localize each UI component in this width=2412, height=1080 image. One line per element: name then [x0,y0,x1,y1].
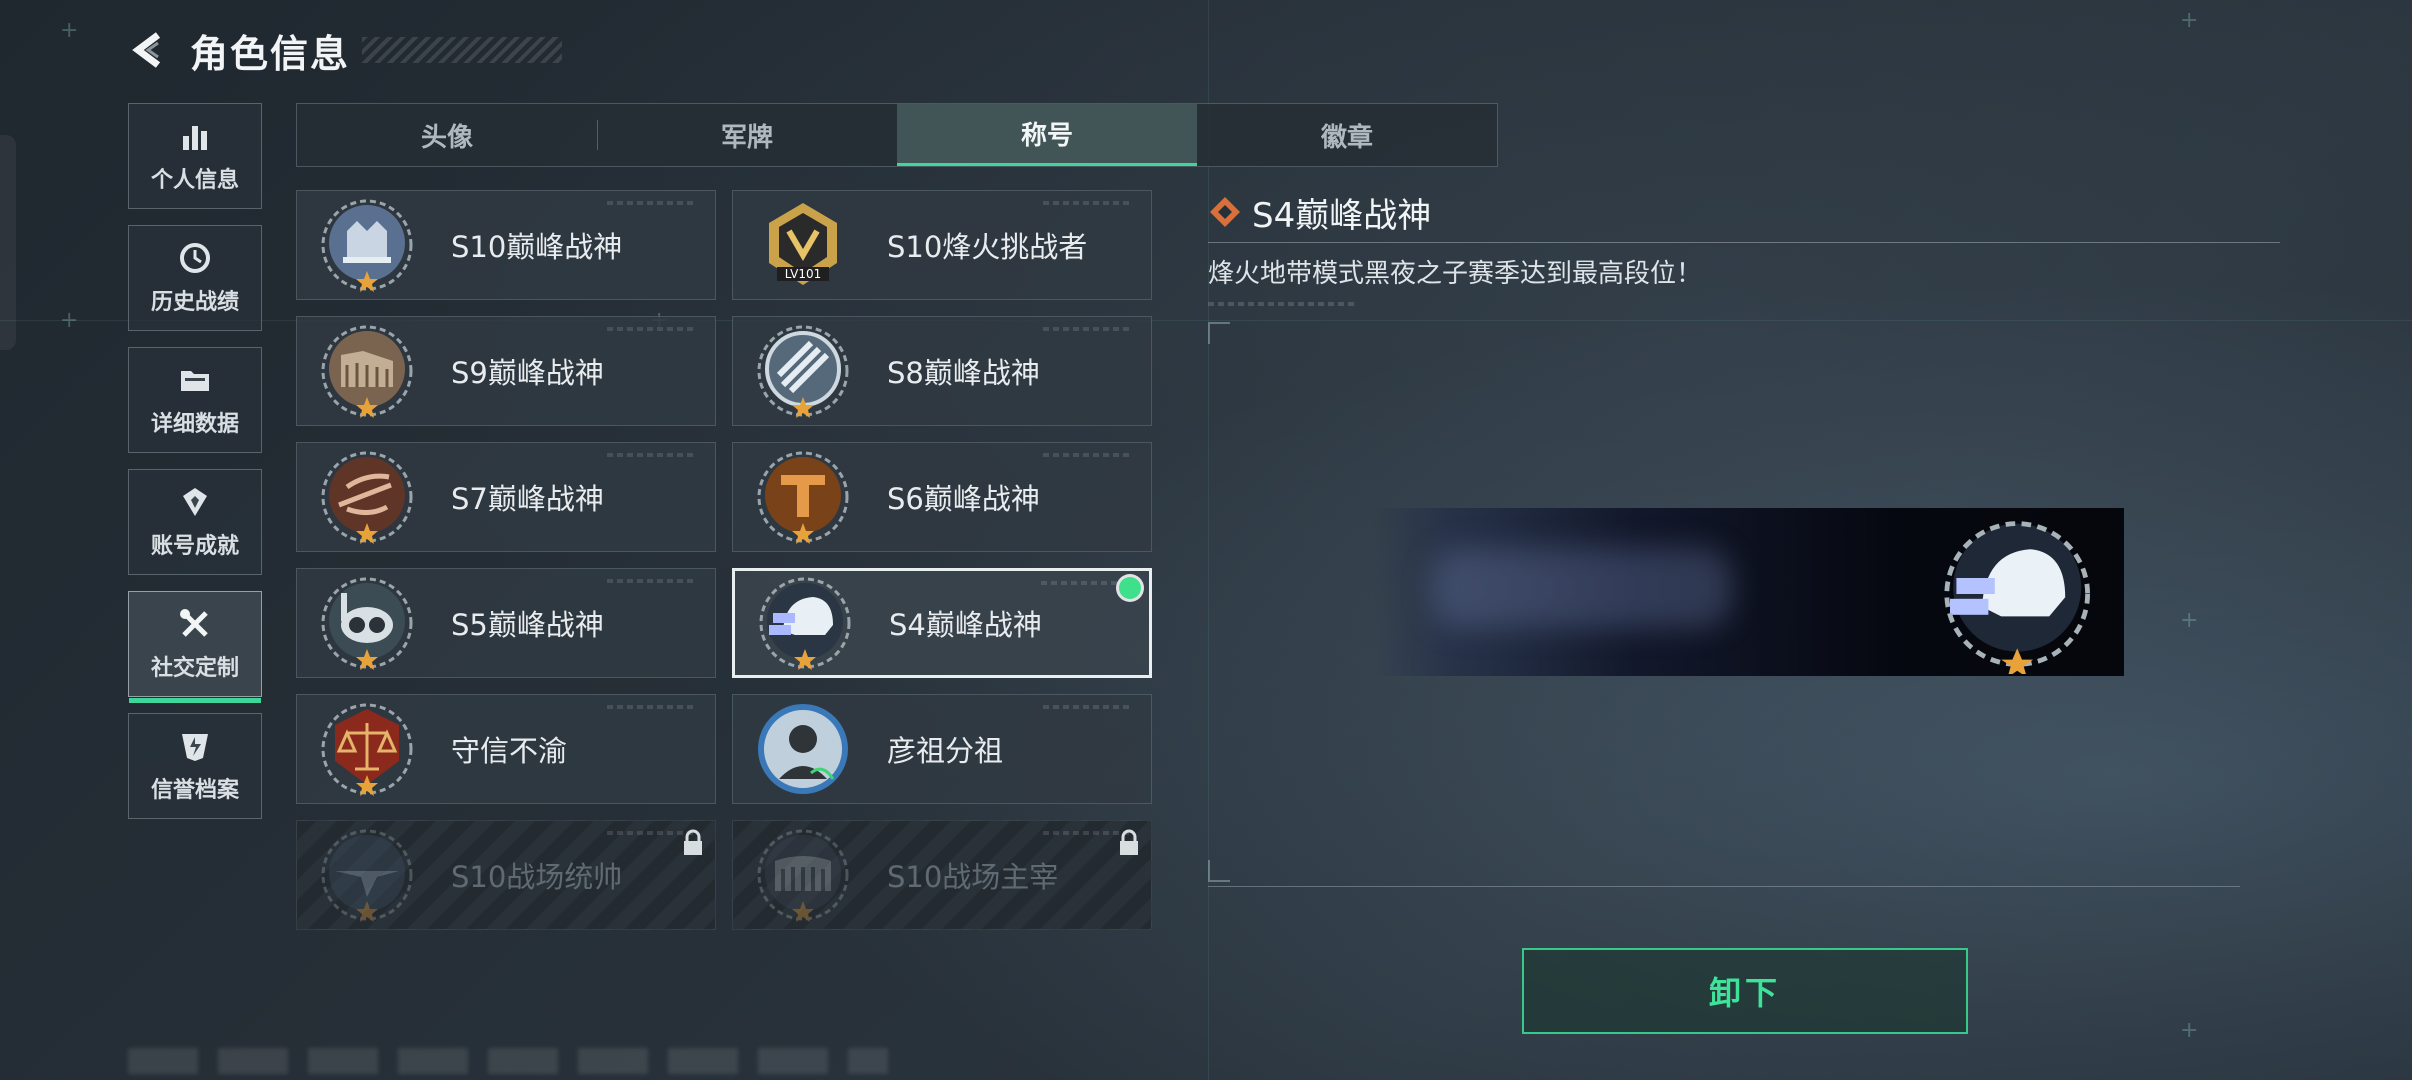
ruins-emblem-icon [321,325,413,420]
page-title: 角色信息 [190,31,351,76]
lock-icon [1120,829,1138,855]
grid-plus: + [60,308,79,333]
frame-corner [1208,860,1230,882]
title-decoration [362,37,563,63]
sidebar-item-label: 账号成就 [150,534,239,559]
title-card[interactable]: S6巅峰战神 [732,442,1152,552]
equipped-indicator [1119,577,1141,599]
sidebar-item-history[interactable]: 历史战绩 [128,225,262,331]
description-decoration [1208,302,1358,306]
sidebar-item-detailed-data[interactable]: 详细数据 [128,347,262,453]
title-name: 彦祖分祖 [887,734,1004,768]
portrait-emblem-icon [758,704,848,794]
title-card-locked[interactable]: S10战场主宰 [732,820,1152,930]
tools-icon [180,609,208,637]
lock-icon [684,829,702,855]
title-card[interactable]: LV101 S10烽火挑战者 [732,190,1152,300]
title-card[interactable]: S8巅峰战神 [732,316,1152,426]
title-name: S4巅峰战神 [889,608,1042,642]
sidebar-item-personal-info[interactable]: 个人信息 [128,103,262,209]
scales-emblem-icon [321,703,413,798]
edge-handle [0,135,16,350]
aircraft-emblem-icon [321,829,413,924]
page-header: 角色信息 [128,22,563,78]
detail-description: 烽火地带模式黑夜之子赛季达到最高段位！ [1208,259,1703,289]
grid-plus: + [60,18,79,43]
title-name: S10战场统帅 [451,860,623,894]
title-name: S6巅峰战神 [887,482,1040,516]
t-emblem-icon [757,451,849,546]
divider [1208,242,2280,243]
crossbow-emblem-icon [321,451,413,546]
tab-title[interactable]: 称号 [897,104,1197,166]
divider [1208,886,2240,887]
title-name: S7巅峰战神 [451,482,604,516]
title-preview-banner [1372,508,2124,676]
back-arrow-icon[interactable] [128,29,170,71]
diving-mask-emblem-icon [321,577,413,672]
level-text: LV101 [785,267,821,281]
fortress-emblem-icon [321,199,413,294]
title-card-selected[interactable]: S4巅峰战神 [732,568,1152,678]
title-card[interactable]: S5巅峰战神 [296,568,716,678]
title-detail-panel: S4巅峰战神 烽火地带模式黑夜之子赛季达到最高段位！ [1208,190,2280,306]
sidebar-item-achievements[interactable]: 账号成就 [128,469,262,575]
title-name: S8巅峰战神 [887,356,1040,390]
blurred-name-area [1432,548,1732,628]
gold-lv101-emblem-icon: LV101 [769,203,837,285]
unequip-button[interactable]: 卸下 [1522,948,1968,1034]
title-card[interactable]: S9巅峰战神 [296,316,716,426]
sidebar-item-label: 详细数据 [150,412,239,437]
title-card-locked[interactable]: S10战场统帅 [296,820,716,930]
folder-icon [181,371,209,391]
sidebar-item-label: 个人信息 [150,168,239,193]
sidebar: 个人信息 历史战绩 详细数据 账号成就 社交定制 信誉档案 [128,103,266,835]
credit-shield-icon [182,734,208,761]
tab-avatar[interactable]: 头像 [297,104,597,166]
title-name: 守信不渝 [451,734,568,768]
title-card[interactable]: 彦祖分祖 [732,694,1152,804]
title-name: S10巅峰战神 [451,230,623,264]
title-card[interactable]: S10巅峰战神 [296,190,716,300]
diamond-icon [1210,197,1240,227]
title-name: S10战场主宰 [887,860,1059,894]
tab-dog-tag[interactable]: 军牌 [597,104,897,166]
tab-bar: 头像 军牌 称号 徽章 [296,103,1498,167]
colosseum-emblem-icon [757,829,849,924]
night-vision-helmet-emblem-icon [759,577,851,672]
title-name: S9巅峰战神 [451,356,604,390]
bar-chart-icon [183,126,207,150]
sidebar-item-social-custom[interactable]: 社交定制 [128,591,262,703]
slash-emblem-icon [757,325,849,420]
night-vision-helmet-emblem-icon [1944,521,2090,674]
sidebar-item-label: 信誉档案 [150,778,239,803]
tab-badge[interactable]: 徽章 [1197,104,1497,166]
sidebar-item-label: 历史战绩 [150,290,239,315]
grid-plus: + [2180,8,2199,33]
title-grid: S10巅峰战神 LV101 S10烽火挑战者 S9巅峰战神 S8巅峰战神 S7巅… [296,190,1152,930]
sidebar-item-label: 社交定制 [150,656,239,681]
detail-title: S4巅峰战神 [1252,195,1432,236]
title-card[interactable]: S7巅峰战神 [296,442,716,552]
title-name: S5巅峰战神 [451,608,604,642]
grid-plus: + [2180,1018,2199,1043]
sidebar-item-credit[interactable]: 信誉档案 [128,713,262,819]
blurred-footer-text [128,1048,888,1074]
frame-corner [1208,322,1230,344]
title-name: S10烽火挑战者 [887,230,1088,264]
history-clock-icon [180,243,210,273]
achievement-icon [183,488,207,516]
title-card[interactable]: 守信不渝 [296,694,716,804]
